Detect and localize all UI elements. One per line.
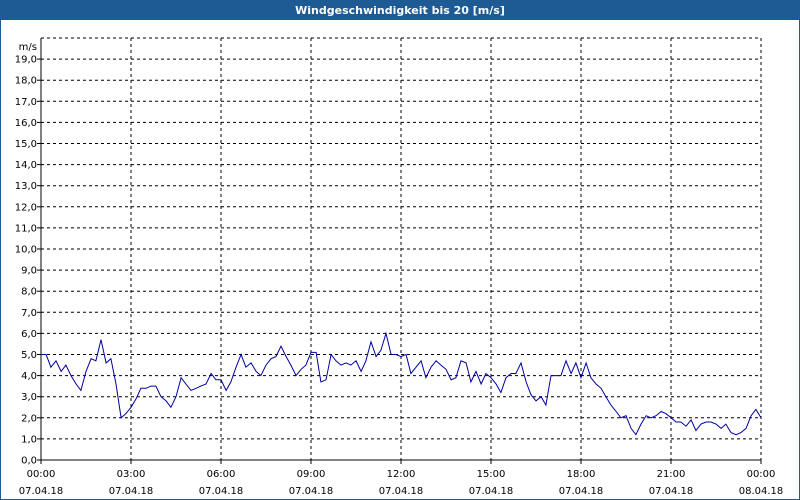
y-tick-label: 1,0 xyxy=(21,434,37,445)
y-tick-label: 5,0 xyxy=(21,350,37,361)
y-tick-label: 8,0 xyxy=(21,287,37,298)
window-title: Windgeschwindigkeit bis 20 [m/s] xyxy=(1,1,799,20)
x-tick-time: 03:00 xyxy=(117,469,146,480)
y-tick-label: 0,0 xyxy=(21,456,37,467)
y-tick-label: 13,0 xyxy=(15,181,37,192)
x-tick-time: 12:00 xyxy=(387,469,416,480)
x-tick-time: 00:00 xyxy=(747,469,776,480)
y-tick-label: 7,0 xyxy=(21,308,37,319)
y-tick-label: 11,0 xyxy=(15,223,37,234)
y-tick-label: 6,0 xyxy=(21,329,37,340)
x-tick-date: 07.04.18 xyxy=(19,486,64,497)
x-tick-date: 07.04.18 xyxy=(199,486,244,497)
y-tick-label: 18,0 xyxy=(15,76,37,87)
y-tick-label: 17,0 xyxy=(15,97,37,108)
y-axis-label: m/s xyxy=(19,42,37,53)
y-tick-label: 16,0 xyxy=(15,118,37,129)
y-tick-label: 4,0 xyxy=(21,371,37,382)
y-tick-label: 14,0 xyxy=(15,160,37,171)
y-tick-label: 9,0 xyxy=(21,266,37,277)
x-tick-date: 07.04.18 xyxy=(379,486,424,497)
x-tick-date: 07.04.18 xyxy=(109,486,154,497)
y-tick-label: 12,0 xyxy=(15,202,37,213)
y-tick-label: 3,0 xyxy=(21,392,37,403)
x-tick-time: 15:00 xyxy=(477,469,506,480)
x-tick-time: 00:00 xyxy=(27,469,56,480)
chart-window: Windgeschwindigkeit bis 20 [m/s] 0,0 1,0 2… xyxy=(0,0,800,500)
x-tick-time: 18:00 xyxy=(567,469,596,480)
x-tick-time: 09:00 xyxy=(297,469,326,480)
y-tick-label: 2,0 xyxy=(21,413,37,424)
wind-speed-chart: 0,0 1,0 2,0 3,0 4,0 5,0 6,0 7,0 8,0 9,0 10,0 11,0 12… xyxy=(15,37,784,497)
x-tick-time: 21:00 xyxy=(657,469,686,480)
x-tick-date: 07.04.18 xyxy=(649,486,694,497)
x-tick-date: 07.04.18 xyxy=(559,486,604,497)
x-tick-time: 06:00 xyxy=(207,469,236,480)
x-tick-date: 07.04.18 xyxy=(469,486,514,497)
y-tick-label: 10,0 xyxy=(15,245,37,256)
x-tick-date: 07.04.18 xyxy=(289,486,334,497)
y-tick-label: 15,0 xyxy=(15,139,37,150)
x-tick-date: 08.04.18 xyxy=(739,486,784,497)
y-tick-label: 19,0 xyxy=(15,55,37,66)
